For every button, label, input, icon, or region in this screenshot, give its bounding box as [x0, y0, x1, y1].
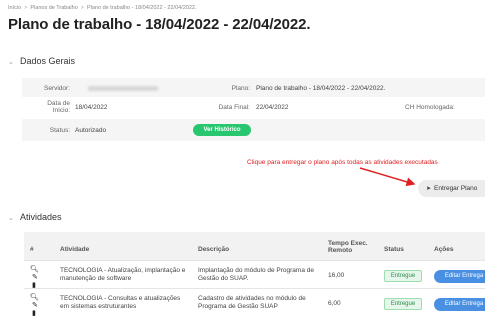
editar-entrega-button[interactable]: Editar Entrega — [434, 270, 485, 283]
edit-icon[interactable]: ✎ — [32, 302, 38, 309]
annotation-text: Clique para entregar o plano após todas … — [247, 159, 438, 166]
row-descricao: Cadastro de atividades no módulo de Prog… — [198, 295, 306, 310]
breadcrumb: Início > Planos de Trabalho > Plano de traba… — [8, 5, 196, 11]
col-status: Status — [384, 246, 404, 253]
data-final-label: Data Final: — [218, 104, 250, 111]
table-row: 🔍︎✎ ▮ TECNOLOGIA - Atualização, implanta… — [24, 260, 485, 290]
page-title: Plano de trabalho - 18/04/2022 - 22/04/2… — [8, 16, 311, 33]
atividades-title: Atividades — [20, 212, 62, 222]
breadcrumb-separator: > — [24, 5, 28, 11]
chevron-down-icon: ⌄ — [8, 215, 14, 222]
search-icon[interactable]: 🔍︎ — [30, 266, 39, 273]
row-descricao: Implantação do módulo de Programa de Ges… — [198, 267, 314, 282]
servidor-label: Servidor: — [43, 85, 70, 92]
table-row: 🔍︎✎ ▮ TECNOLOGIA - Consultas e atualizaç… — [24, 288, 485, 318]
status-badge: Entregue — [384, 270, 422, 282]
row-atividade: TECNOLOGIA - Atualização, implantação e … — [60, 267, 186, 282]
col-descricao: Descrição — [198, 246, 230, 253]
breadcrumb-planos[interactable]: Planos de Trabalho — [30, 5, 77, 11]
status-value: Autorizado — [75, 127, 107, 134]
data-inicio-value: 18/04/2022 — [75, 104, 108, 111]
row-actions: 🔍︎✎ ▮ — [30, 294, 44, 318]
send-icon: ➤ — [426, 186, 432, 192]
table-header: # Atividade Descrição Tempo Exec. Remoto… — [24, 232, 485, 260]
trash-icon[interactable]: ▮ — [32, 310, 36, 317]
dados-gerais-toggle[interactable]: ⌄ Dados Gerais — [8, 56, 75, 66]
entregar-plano-button[interactable]: ➤ Entregar Plano — [418, 180, 485, 197]
search-icon[interactable]: 🔍︎ — [30, 294, 39, 301]
data-inicio-label: Data de Início: — [47, 100, 70, 114]
atividades-toggle[interactable]: ⌄ Atividades — [8, 212, 62, 222]
plano-label: Plano: — [231, 85, 250, 92]
status-badge: Entregue — [384, 298, 422, 310]
ver-historico-button[interactable]: Ver Histórico — [193, 124, 251, 136]
row-actions: 🔍︎✎ ▮ — [30, 266, 44, 290]
plano-value: Plano de trabalho - 18/04/2022 - 22/04/2… — [256, 85, 386, 92]
chevron-down-icon: ⌄ — [8, 59, 14, 66]
col-acoes: Ações — [434, 246, 454, 253]
dados-gerais-title: Dados Gerais — [20, 56, 76, 66]
breadcrumb-separator: > — [80, 5, 84, 11]
col-atividade: Atividade — [60, 246, 90, 253]
servidor-redacted — [88, 86, 158, 91]
status-label: Status: — [49, 127, 70, 134]
breadcrumb-inicio[interactable]: Início — [8, 5, 21, 11]
col-tempo: Tempo Exec. Remoto — [328, 240, 368, 254]
breadcrumb-current: Plano de trabalho - 18/04/2022 - 22/04/2… — [87, 5, 197, 11]
editar-entrega-button[interactable]: Editar Entrega — [434, 298, 485, 311]
entregar-plano-label: Entregar Plano — [434, 185, 478, 192]
col-index: # — [30, 246, 34, 253]
row-atividade: TECNOLOGIA - Consultas e atualizações em… — [60, 295, 181, 310]
row-tempo: 16,00 — [328, 272, 345, 279]
row-tempo: 6,00 — [328, 300, 341, 307]
edit-icon[interactable]: ✎ — [32, 274, 38, 281]
data-final-value: 22/04/2022 — [256, 104, 289, 111]
ch-homologada-label: CH Homologada: — [405, 104, 455, 111]
